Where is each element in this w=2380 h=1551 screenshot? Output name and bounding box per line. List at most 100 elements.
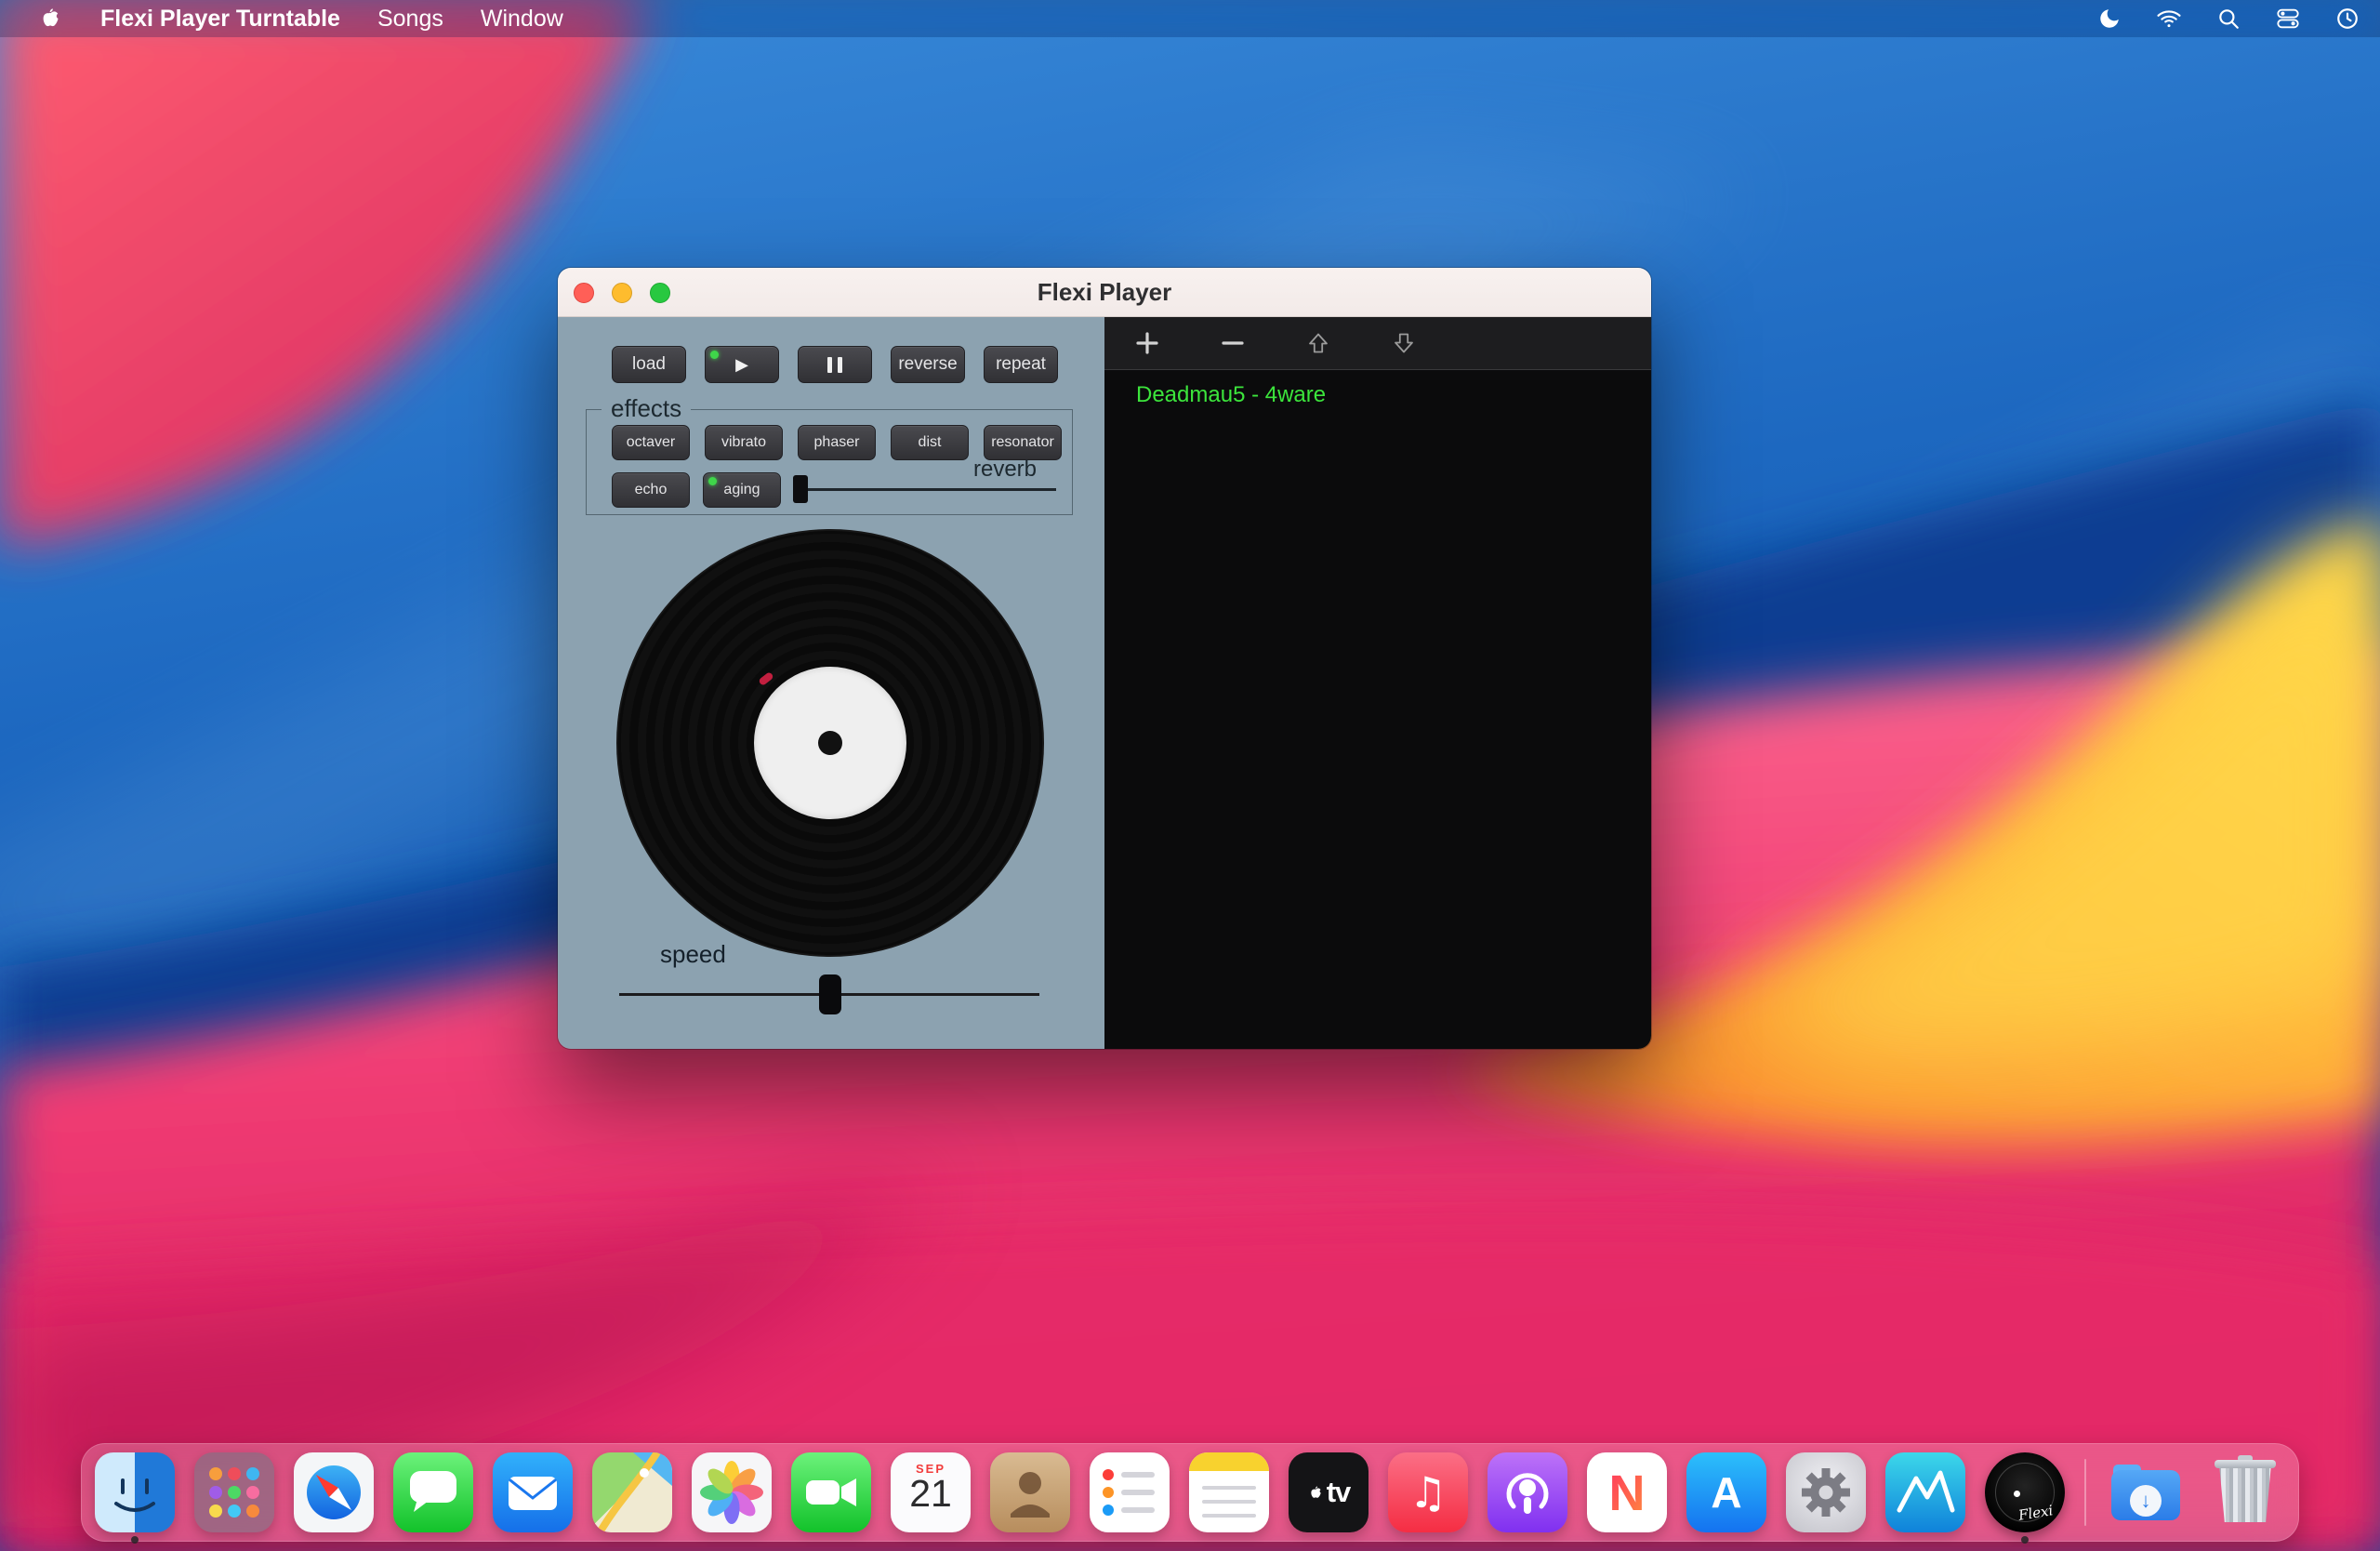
photos-flower-icon xyxy=(692,1452,772,1532)
news-glyph: N xyxy=(1609,1465,1646,1521)
reverb-slider-track[interactable] xyxy=(795,488,1056,491)
clock-icon[interactable] xyxy=(2334,5,2361,33)
dock-trash[interactable] xyxy=(2205,1452,2285,1532)
dock-facetime[interactable] xyxy=(791,1452,871,1532)
menubar-app-name[interactable]: Flexi Player Turntable xyxy=(100,6,340,33)
speed-label: speed xyxy=(660,940,726,969)
window-title: Flexi Player xyxy=(558,268,1651,316)
transport-controls: load ▶ reverse repeat xyxy=(612,346,1058,383)
dock-podcasts[interactable] xyxy=(1488,1452,1567,1532)
dock-flexi-player[interactable]: Flexi xyxy=(1985,1452,2065,1532)
dock-system-preferences[interactable] xyxy=(1786,1452,1866,1532)
music-note-icon: ♫ xyxy=(1388,1452,1468,1532)
podcasts-icon xyxy=(1488,1452,1567,1532)
downloads-folder-icon: ↓ xyxy=(2106,1452,2186,1532)
play-icon: ▶ xyxy=(735,356,748,373)
control-center-icon[interactable] xyxy=(2274,5,2302,33)
aging-active-led xyxy=(708,477,717,485)
calendar-day: 21 xyxy=(909,1476,952,1512)
dock-maps[interactable] xyxy=(592,1452,672,1532)
safari-compass-icon xyxy=(294,1452,374,1532)
dock-contacts[interactable] xyxy=(990,1452,1070,1532)
window-title-bar[interactable]: Flexi Player xyxy=(558,268,1651,317)
apple-tv-icon: tv xyxy=(1289,1452,1368,1532)
dist-button[interactable]: dist xyxy=(891,425,969,460)
app-store-glyph: A xyxy=(1711,1467,1741,1518)
dock: SEP 21 xyxy=(81,1443,2299,1542)
moon-icon[interactable] xyxy=(2096,5,2123,33)
aging-button[interactable]: aging xyxy=(703,472,781,508)
app-store-icon: A xyxy=(1686,1452,1766,1532)
move-down-button[interactable] xyxy=(1385,325,1422,362)
load-button[interactable]: load xyxy=(612,346,686,383)
dock-messages[interactable] xyxy=(393,1452,473,1532)
speed-slider-handle[interactable] xyxy=(819,974,841,1014)
mail-envelope-icon xyxy=(493,1452,573,1532)
menubar-item-window[interactable]: Window xyxy=(481,6,563,33)
maps-icon xyxy=(592,1452,672,1532)
pause-icon xyxy=(827,357,842,373)
apple-menu-icon[interactable] xyxy=(35,5,63,33)
play-active-led xyxy=(710,351,719,359)
echo-button[interactable]: echo xyxy=(612,472,690,508)
gear-icon xyxy=(1786,1452,1866,1532)
menubar-item-songs[interactable]: Songs xyxy=(377,6,443,33)
remove-song-button[interactable] xyxy=(1214,325,1251,362)
record-spindle xyxy=(818,731,842,755)
reminders-icon xyxy=(1090,1452,1170,1532)
effects-section: effects octaver vibrato phaser dist reso… xyxy=(586,409,1073,515)
wifi-icon[interactable] xyxy=(2155,5,2183,33)
record-position-marker xyxy=(758,671,774,686)
dock-notes[interactable] xyxy=(1189,1452,1269,1532)
dock-mail[interactable] xyxy=(493,1452,573,1532)
launchpad-icon xyxy=(194,1452,274,1532)
dock-downloads[interactable]: ↓ xyxy=(2106,1452,2186,1532)
dock-separator xyxy=(2084,1459,2086,1526)
playlist: Deadmau5 - 4ware xyxy=(1104,370,1651,1049)
facetime-camera-icon xyxy=(791,1452,871,1532)
turntable-panel: load ▶ reverse repeat effects octaver xyxy=(558,317,1104,1049)
dock-calendar[interactable]: SEP 21 xyxy=(891,1452,971,1532)
dock-photos[interactable] xyxy=(692,1452,772,1532)
dock-safari[interactable] xyxy=(294,1452,374,1532)
add-song-button[interactable] xyxy=(1129,325,1166,362)
desktop: Flexi Player Turntable Songs Window xyxy=(0,0,2380,1551)
flexi-player-window: Flexi Player load ▶ reverse repeat xyxy=(558,268,1651,1049)
trash-icon xyxy=(2205,1452,2285,1532)
dock-finder[interactable] xyxy=(95,1452,175,1532)
dock-apple-tv[interactable]: tv xyxy=(1289,1452,1368,1532)
resonator-button[interactable]: resonator xyxy=(984,425,1062,460)
dock-news[interactable]: N xyxy=(1587,1452,1667,1532)
notes-icon xyxy=(1189,1452,1269,1532)
dock-music[interactable]: ♫ xyxy=(1388,1452,1468,1532)
finder-icon xyxy=(95,1452,175,1532)
reverse-button[interactable]: reverse xyxy=(891,346,965,383)
playlist-panel: Deadmau5 - 4ware xyxy=(1104,317,1651,1049)
phaser-button[interactable]: phaser xyxy=(798,425,876,460)
news-icon: N xyxy=(1587,1452,1667,1532)
octaver-button[interactable]: octaver xyxy=(612,425,690,460)
move-up-button[interactable] xyxy=(1300,325,1337,362)
mountain-icon xyxy=(1885,1452,1965,1532)
repeat-button[interactable]: repeat xyxy=(984,346,1058,383)
play-button[interactable]: ▶ xyxy=(705,346,779,383)
messages-bubble-icon xyxy=(393,1452,473,1532)
playlist-item[interactable]: Deadmau5 - 4ware xyxy=(1104,379,1651,411)
contacts-silhouette-icon xyxy=(990,1452,1070,1532)
tv-label: tv xyxy=(1327,1476,1351,1509)
pause-button[interactable] xyxy=(798,346,872,383)
effects-label: effects xyxy=(602,394,691,423)
calendar-icon: SEP 21 xyxy=(891,1452,971,1532)
search-icon[interactable] xyxy=(2215,5,2242,33)
dock-reminders[interactable] xyxy=(1090,1452,1170,1532)
menu-bar: Flexi Player Turntable Songs Window xyxy=(0,0,2380,37)
reverb-slider-handle[interactable] xyxy=(793,475,808,503)
reverb-label: reverb xyxy=(921,457,1089,483)
dock-app-store[interactable]: A xyxy=(1686,1452,1766,1532)
turntable-platter[interactable] xyxy=(616,529,1044,957)
dock-launchpad[interactable] xyxy=(194,1452,274,1532)
playlist-toolbar xyxy=(1104,317,1651,370)
dock-prism-app[interactable] xyxy=(1885,1452,1965,1532)
flexi-player-record-icon: Flexi xyxy=(1985,1452,2065,1532)
vibrato-button[interactable]: vibrato xyxy=(705,425,783,460)
